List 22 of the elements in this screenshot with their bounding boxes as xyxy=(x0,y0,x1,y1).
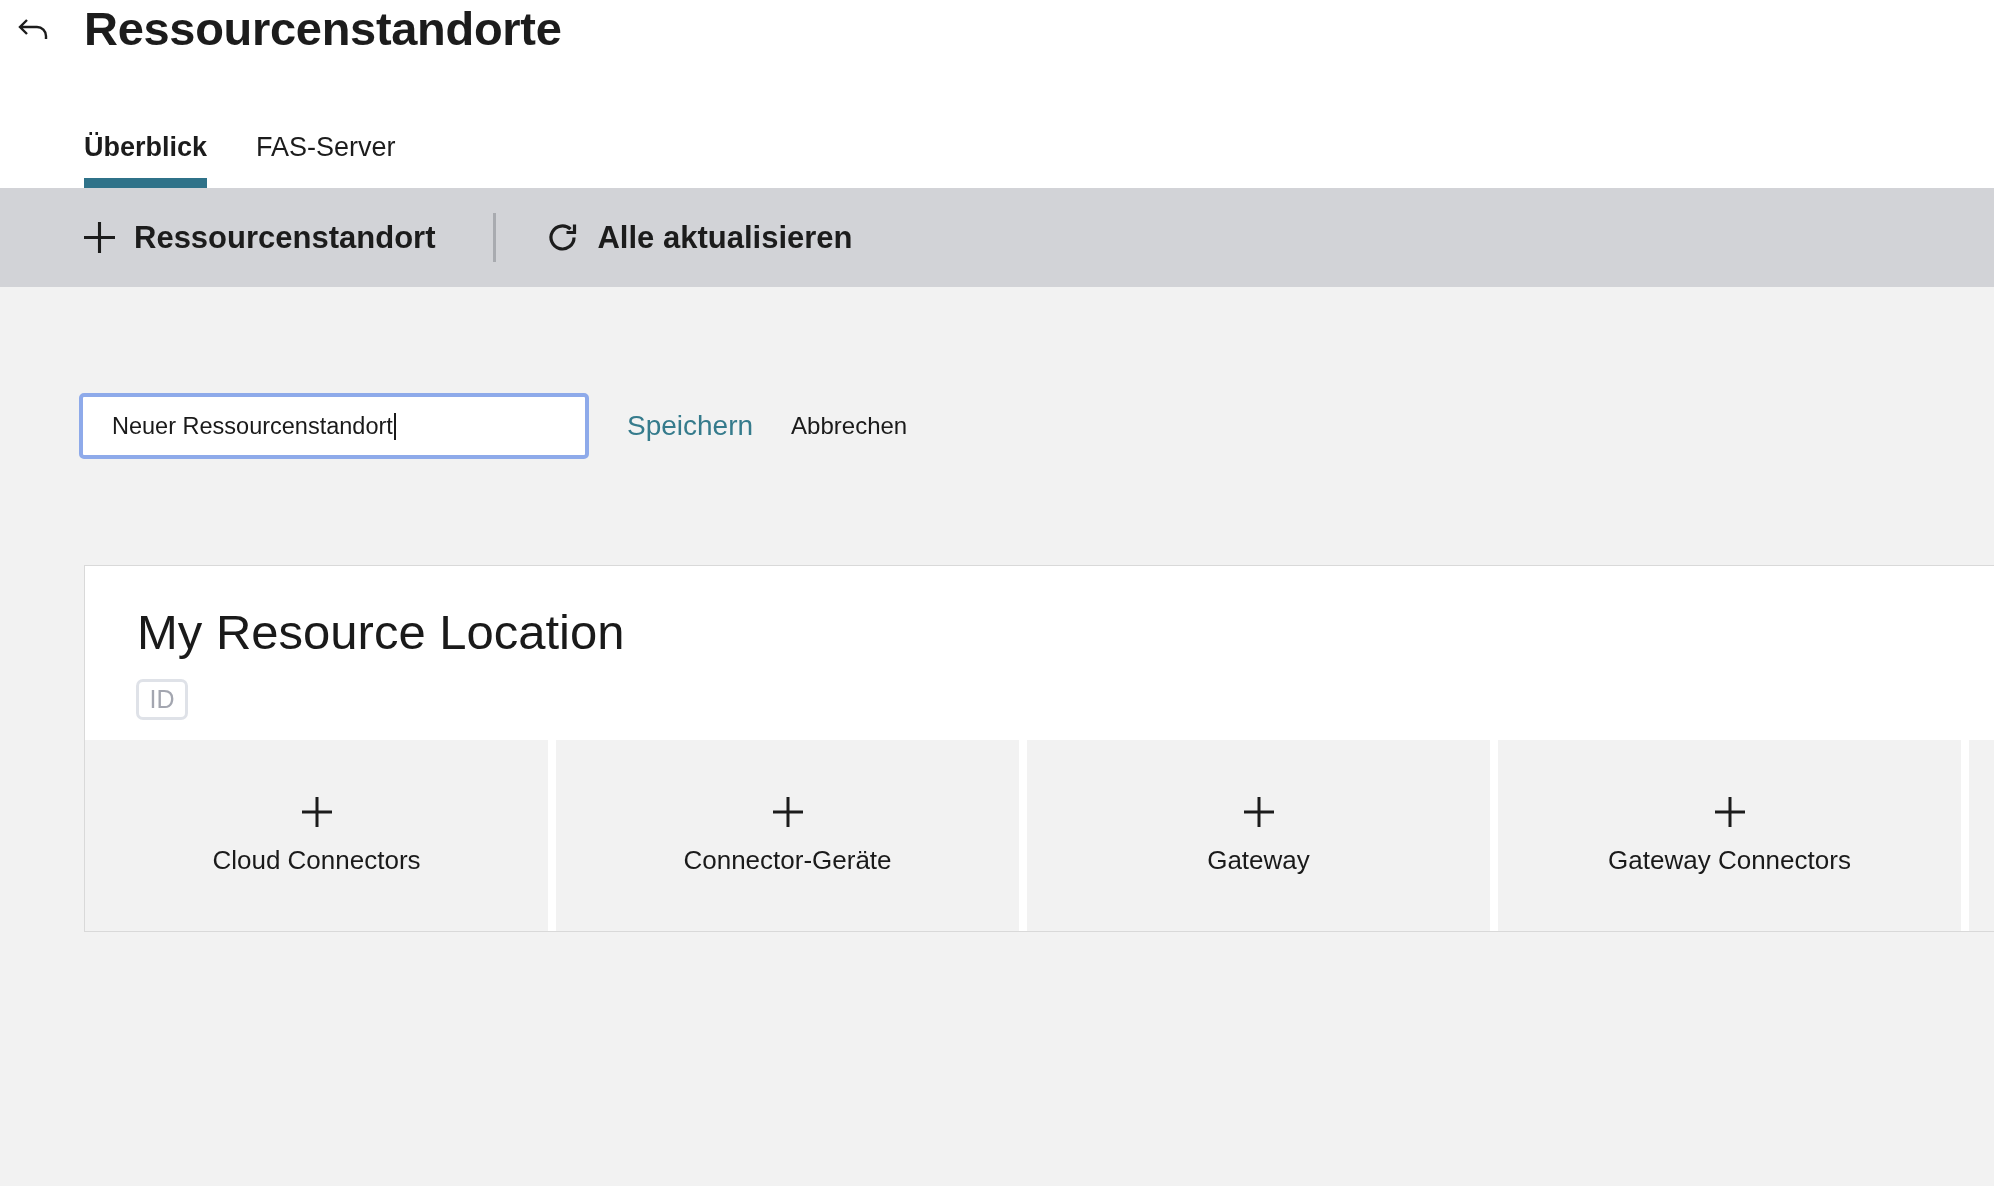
add-tile[interactable]: Cloud Connectors xyxy=(85,740,548,931)
refresh-icon xyxy=(547,222,579,253)
location-title: My Resource Location xyxy=(137,604,625,661)
add-tile[interactable]: Gateway xyxy=(1027,740,1490,931)
name-input[interactable]: Neuer Ressourcenstandort xyxy=(79,393,589,459)
back-arrow-icon xyxy=(18,18,48,40)
id-badge: ID xyxy=(136,679,188,720)
back-button[interactable] xyxy=(18,18,48,40)
plus-icon xyxy=(772,796,803,827)
plus-icon xyxy=(1243,796,1274,827)
cancel-link[interactable]: Abbrechen xyxy=(791,411,908,441)
tab[interactable]: FAS-Server xyxy=(256,130,396,188)
page-title: Ressourcenstandorte xyxy=(84,1,562,57)
add-tile[interactable]: Connector-Geräte xyxy=(556,740,1019,931)
plus-icon xyxy=(1714,796,1745,827)
save-link[interactable]: Speichern xyxy=(627,409,754,443)
refresh-all-button[interactable]: Alle aktualisieren xyxy=(547,217,853,258)
plus-icon xyxy=(84,222,115,253)
plus-icon xyxy=(301,796,332,827)
add-location-button[interactable]: Ressourcenstandort xyxy=(84,217,436,258)
text-caret-icon xyxy=(393,412,396,440)
add-tile[interactable]: Gateway Connectors xyxy=(1498,740,1961,931)
